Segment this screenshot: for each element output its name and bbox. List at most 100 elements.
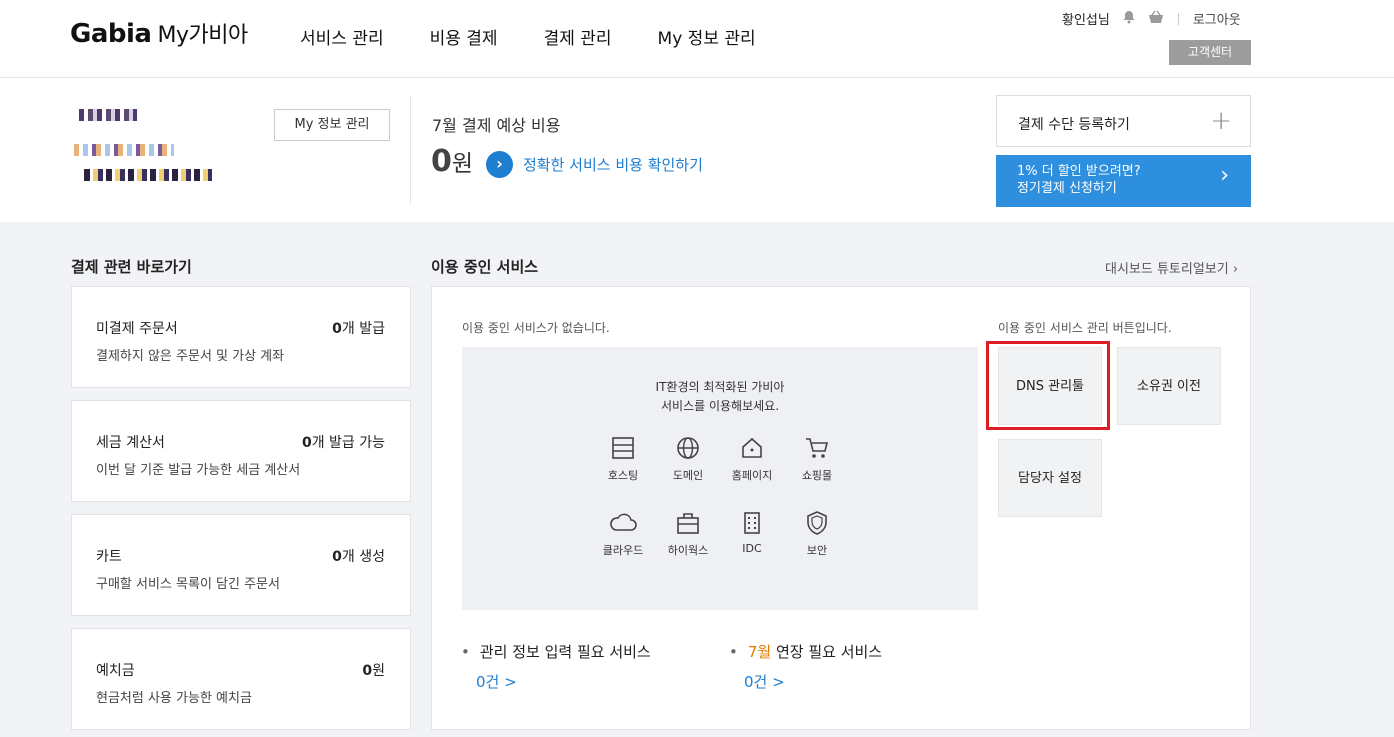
ownership-transfer-button[interactable]: 소유권 이전 [1117,347,1221,425]
globe-icon [677,437,699,459]
redacted-name [79,109,137,121]
auto-payment-promo-button[interactable]: 1% 더 할인 받으려면? 정기결제 신청하기 › [996,155,1251,207]
bullet: • [461,643,470,661]
card-desc: 결제하지 않은 주문서 및 가상 계좌 [96,349,285,364]
service-idc[interactable]: IDC [724,510,780,555]
main-nav: 서비스 관리 비용 결제 결제 관리 My 정보 관리 [300,24,756,49]
service-label: 홈페이지 [731,469,773,482]
plus-icon: + [1210,106,1232,136]
promo-line1: 1% 더 할인 받으려면? [1017,164,1141,179]
card-count-value: 0 [332,549,342,565]
info-required-status: • 관리 정보 입력 필요 서비스 [461,641,651,662]
bullet: • [729,643,738,661]
brand-sub: My가비아 [157,23,248,48]
renewal-required-count-link[interactable]: 0건 > [744,671,785,692]
card-desc: 구매할 서비스 목록이 담긴 주문서 [96,577,280,592]
card-desc: 이번 달 기준 발급 가능한 세금 계산서 [96,463,301,478]
bell-icon[interactable] [1122,10,1136,28]
status-month: 7월 [747,643,772,661]
payment-register-button[interactable]: 결제 수단 등록하기 + [996,95,1251,147]
card-count-suffix: 원 [372,663,385,679]
status-label: 연장 필요 서비스 [771,643,883,661]
deposit-card[interactable]: 예치금 0원 현금처럼 사용 가능한 예치금 [71,628,411,730]
hosting-icon [612,437,634,459]
card-count-value: 0 [362,663,373,679]
tutorial-link[interactable]: 대시보드 튜토리얼보기 › [1105,258,1238,277]
tax-invoice-card[interactable]: 세금 계산서 0개 발급 가능 이번 달 기준 발급 가능한 세금 계산서 [71,400,411,502]
card-count: 0개 생성 [332,546,385,566]
service-homepage[interactable]: 홈페이지 [724,435,780,483]
empty-message: 이용 중인 서비스가 없습니다. [462,321,610,335]
card-count: 0원 [362,660,385,680]
nav-payment-management[interactable]: 결제 관리 [544,24,612,49]
service-label: 보안 [806,544,828,557]
cost-amount: 0원 [431,144,473,179]
cart-card[interactable]: 카트 0개 생성 구매할 서비스 목록이 담긴 주문서 [71,514,411,616]
card-count-suffix: 개 발급 가능 [311,435,385,451]
dns-highlight-box [986,341,1110,430]
nav-cost-payment[interactable]: 비용 결제 [430,24,498,49]
cart-icon [806,438,829,458]
redacted-email [74,144,174,156]
service-label: 도메인 [672,469,704,482]
card-desc: 현금처럼 사용 가능한 예치금 [96,691,252,706]
service-cloud[interactable]: 클라우드 [595,510,651,558]
service-label: 클라우드 [602,544,644,557]
top-bar: Gabia My가비아 서비스 관리 비용 결제 결제 관리 My 정보 관리 황… [0,0,1394,78]
cost-unit: 원 [451,151,474,177]
card-count-suffix: 개 발급 [341,321,385,337]
cart-icon[interactable] [1148,10,1164,28]
gabia-logo[interactable]: Gabia My가비아 [70,17,248,49]
service-label: IDC [742,542,762,555]
services-title: 이용 중인 서비스 [431,258,539,276]
promo-intro: IT환경의 최적화된 가비아 서비스를 이용해보세요. [462,378,978,416]
cloud-icon [610,513,637,531]
brand-name: Gabia [70,19,152,49]
promo-line2: 정기결제 신청하기 [1017,181,1117,196]
redacted-phone [84,169,212,181]
service-security[interactable]: 보안 [789,510,845,558]
card-title: 예치금 [96,663,135,679]
shield-icon [807,511,827,535]
nav-my-info[interactable]: My 정보 관리 [658,24,756,49]
status-label: 관리 정보 입력 필요 서비스 [479,643,651,661]
dashboard-content: 결제 관련 바로가기 미결제 주문서 0개 발급 결제하지 않은 주문서 및 가… [0,222,1394,737]
card-count: 0개 발급 가능 [302,432,385,452]
services-panel: 이용 중인 서비스가 없습니다. 이용 중인 서비스 관리 버튼입니다. IT환… [431,286,1251,730]
card-title: 미결제 주문서 [96,321,178,337]
card-count-suffix: 개 생성 [341,549,385,565]
building-icon [744,512,760,534]
summary-section: My 정보 관리 7월 결제 예상 비용 0원 › 정확한 서비스 비용 확인하… [0,78,1394,222]
chevron-right-icon: › [1220,163,1229,188]
house-icon [742,437,762,458]
my-info-button[interactable]: My 정보 관리 [274,109,390,141]
divider [410,95,411,204]
intro-line1: IT환경의 최적화된 가비아 [655,380,785,394]
cost-value: 0 [431,144,452,179]
chevron-right-icon[interactable]: › [486,151,513,178]
logout-link[interactable]: 로그아웃 [1193,9,1241,28]
user-area: 황인섭님 로그아웃 [1062,9,1241,28]
cost-detail-link[interactable]: 정확한 서비스 비용 확인하기 [523,154,703,175]
unpaid-orders-card[interactable]: 미결제 주문서 0개 발급 결제하지 않은 주문서 및 가상 계좌 [71,286,411,388]
card-count-value: 0 [332,321,342,337]
info-required-count-link[interactable]: 0건 > [476,671,517,692]
service-domain[interactable]: 도메인 [660,435,716,483]
customer-center-button[interactable]: 고객센터 [1169,40,1251,65]
card-title: 세금 계산서 [96,435,165,451]
service-hiworks[interactable]: 하이웍스 [660,510,716,558]
nav-service-management[interactable]: 서비스 관리 [300,24,384,49]
renewal-required-status: • 7월 연장 필요 서비스 [729,641,882,662]
card-title: 카트 [96,549,122,565]
divider [1177,12,1179,25]
user-name[interactable]: 황인섭님 [1062,9,1110,28]
service-promo-box: IT환경의 최적화된 가비아 서비스를 이용해보세요. 호스팅 도메인 홈페이지… [462,347,978,610]
management-message: 이용 중인 서비스 관리 버튼입니다. [998,321,1172,335]
contact-settings-button[interactable]: 담당자 설정 [998,439,1102,517]
service-shopping[interactable]: 쇼핑몰 [789,435,845,483]
cost-title: 7월 결제 예상 비용 [432,116,561,135]
service-hosting[interactable]: 호스팅 [595,435,651,483]
profile-area [34,78,232,222]
card-count: 0개 발급 [332,318,385,338]
service-label: 호스팅 [607,469,639,482]
